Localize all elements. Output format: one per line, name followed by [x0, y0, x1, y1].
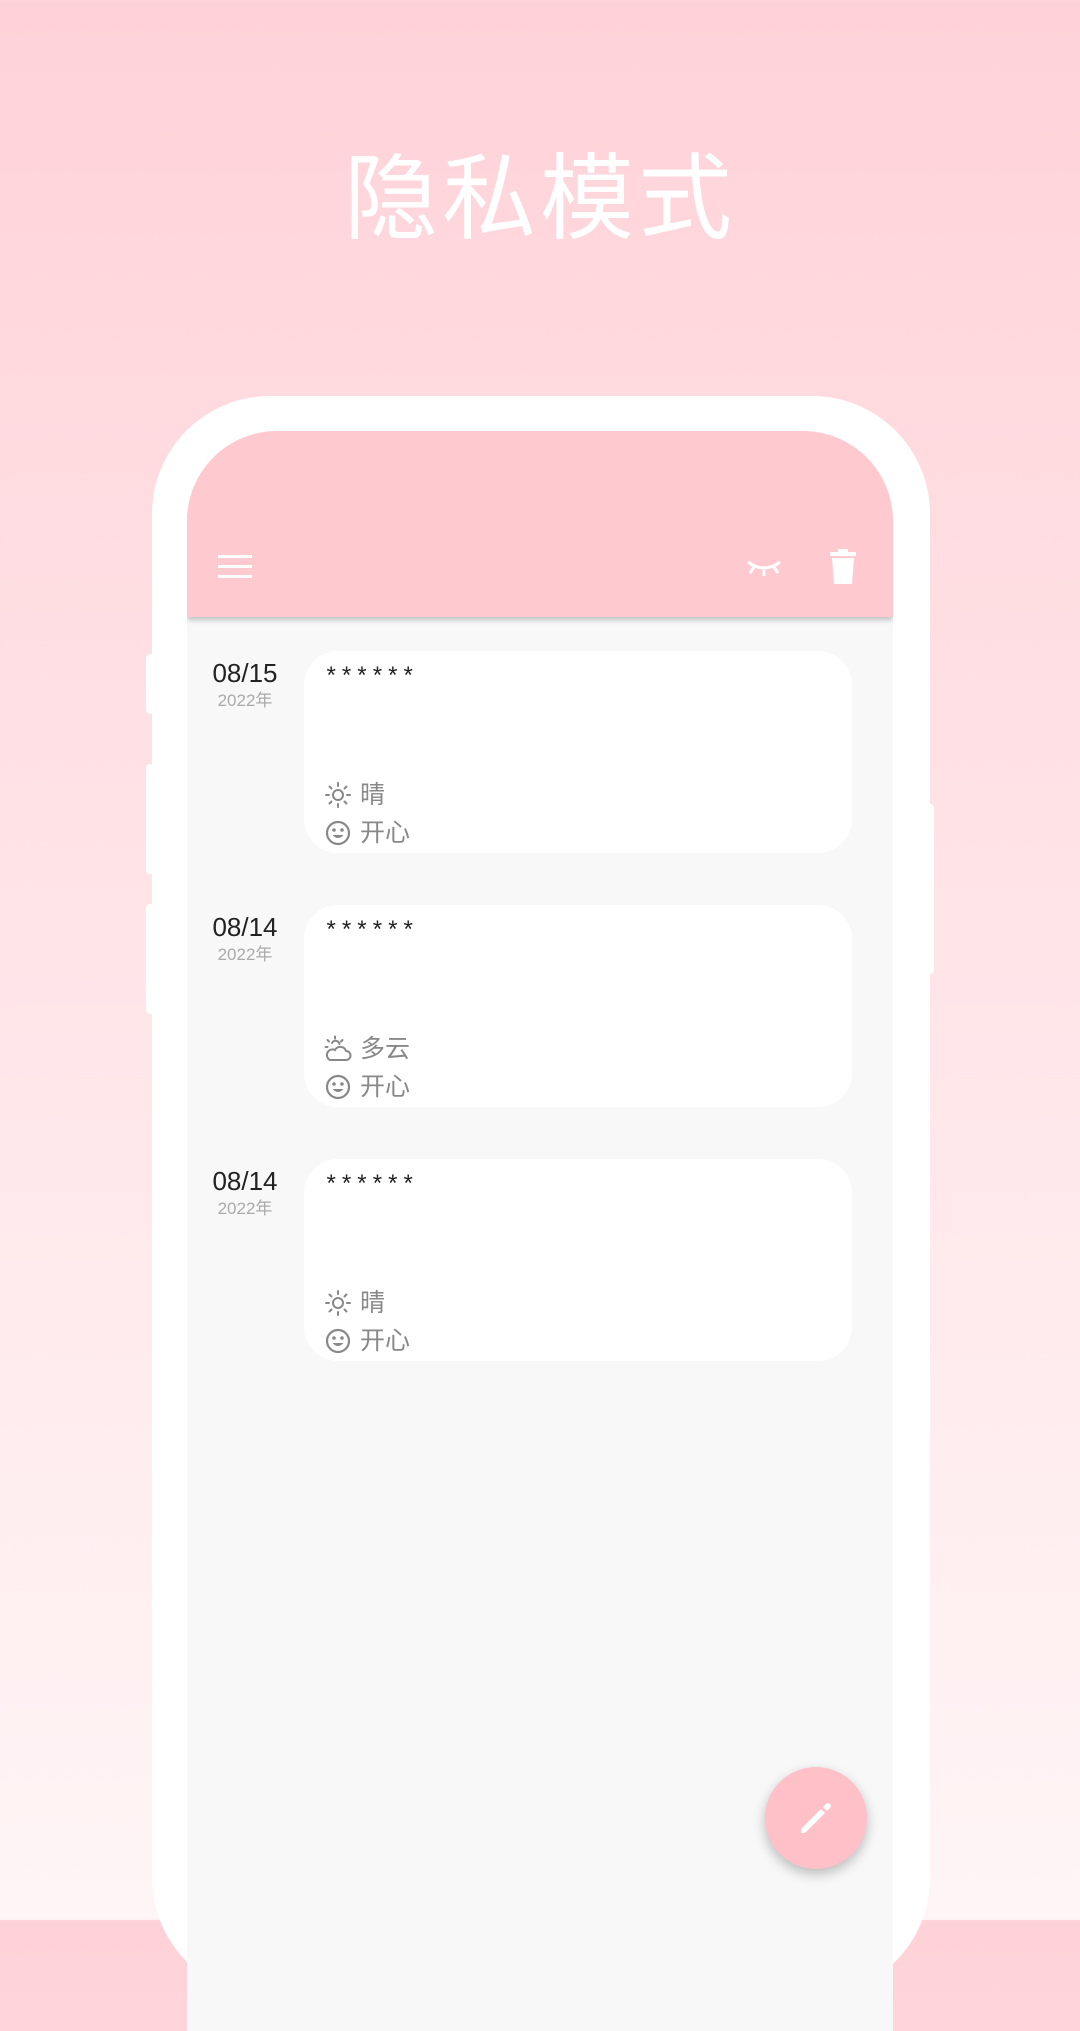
weather-label: 晴 — [360, 1288, 386, 1317]
smile-icon — [325, 820, 351, 846]
entry-card[interactable]: ****** 多云 开心 — [304, 905, 852, 1107]
sun-icon — [325, 1290, 351, 1316]
phone-side-button — [146, 764, 154, 874]
entry-text: ****** — [324, 919, 417, 946]
delete-button[interactable] — [817, 541, 869, 593]
trash-icon — [830, 549, 856, 584]
smile-icon — [325, 1328, 351, 1354]
phone-side-button — [146, 654, 154, 714]
mood-row: 开心 — [324, 1325, 410, 1357]
entry-date-year: 2022年 — [217, 691, 273, 710]
phone-side-button — [926, 804, 934, 974]
entry-text: ****** — [324, 1173, 417, 1200]
phone-screen: 08/15 2022年 ****** 晴 开心 08/14 2022年 ****… — [187, 431, 893, 2031]
weather-row: 晴 — [324, 779, 385, 811]
mood-row: 开心 — [324, 817, 410, 849]
entry-date-day: 08/14 — [212, 1166, 278, 1196]
entry-date: 08/14 2022年 — [197, 911, 293, 967]
diary-entry[interactable]: 08/15 2022年 ****** 晴 开心 — [187, 651, 893, 853]
entry-date: 08/14 2022年 — [197, 1165, 293, 1221]
entry-date: 08/15 2022年 — [197, 657, 293, 713]
entry-card[interactable]: ****** 晴 开心 — [304, 1159, 852, 1361]
entry-date-year: 2022年 — [217, 1199, 273, 1218]
phone-side-button — [146, 904, 154, 1014]
promo-title: 隐私模式 — [343, 145, 736, 254]
phone-frame: 08/15 2022年 ****** 晴 开心 08/14 2022年 ****… — [146, 396, 934, 2031]
pencil-icon — [801, 1803, 831, 1833]
mood-label: 开心 — [360, 1072, 411, 1101]
menu-icon — [218, 555, 252, 578]
eye-closed-icon — [747, 560, 781, 576]
app-bar — [187, 431, 893, 617]
weather-row: 多云 — [324, 1033, 410, 1065]
entry-card[interactable]: ****** 晴 开心 — [304, 651, 852, 853]
entry-date-day: 08/14 — [212, 912, 278, 942]
privacy-toggle-button[interactable] — [738, 541, 790, 593]
weather-label: 晴 — [360, 780, 386, 809]
partly-cloudy-icon — [324, 1035, 352, 1061]
new-entry-button[interactable] — [765, 1767, 867, 1869]
entry-text: ****** — [324, 665, 417, 692]
entry-date-year: 2022年 — [217, 945, 273, 964]
smile-icon — [325, 1074, 351, 1100]
sun-icon — [325, 782, 351, 808]
menu-button[interactable] — [209, 541, 261, 593]
mood-label: 开心 — [360, 1326, 411, 1355]
mood-label: 开心 — [360, 818, 411, 847]
weather-row: 晴 — [324, 1287, 385, 1319]
mood-row: 开心 — [324, 1071, 410, 1103]
entry-date-day: 08/15 — [212, 658, 278, 688]
diary-entry[interactable]: 08/14 2022年 ****** — [187, 905, 893, 1107]
weather-label: 多云 — [360, 1034, 411, 1063]
diary-entry[interactable]: 08/14 2022年 ****** — [187, 1159, 893, 1361]
